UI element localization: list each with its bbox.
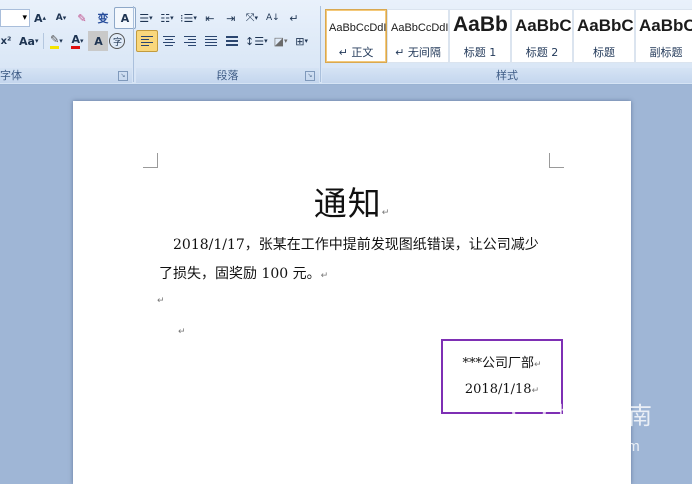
sogou-logo-icon <box>512 394 546 428</box>
body-line-1[interactable]: 2018/1/17，张某在工作中提前发现图纸错误，让公司减少 <box>173 234 539 254</box>
style-title[interactable]: AaBbC 标题 <box>573 9 635 63</box>
clear-format-icon[interactable]: ✎ <box>72 8 92 28</box>
style-name: ↵ 无间隔 <box>395 46 441 59</box>
style-sample: AaBbC <box>577 16 634 35</box>
chinese-layout-icon[interactable]: ⤧ ▾ <box>242 8 262 28</box>
empty-paragraph-mark-icon: ↵ <box>178 327 186 337</box>
style-name: ↵ 正文 <box>338 46 374 59</box>
font-row-2: x² Aa ▾ ✎ ▾ A ▾ A 字 <box>0 30 126 52</box>
style-name: 标题 1 <box>463 46 497 59</box>
superscript-button[interactable]: x² <box>0 31 16 51</box>
style-heading-2[interactable]: AaBbC 标题 2 <box>511 9 573 63</box>
signature-highlight-box: ***公司厂部↵ 2018/1/18↵ <box>441 339 563 414</box>
justify-icon[interactable] <box>201 31 221 51</box>
empty-paragraph-mark-icon: ↵ <box>157 296 165 306</box>
character-shading-button[interactable]: A <box>88 31 109 51</box>
numbering-icon[interactable]: ☷ ▾ <box>157 8 177 28</box>
signature-date[interactable]: 2018/1/18↵ <box>443 382 561 397</box>
paragraph-dialog-launcher-icon[interactable]: ↘ <box>305 71 315 81</box>
watermark-text-cn: 搜狗指南 <box>556 402 652 430</box>
style-no-spacing[interactable]: AaBbCcDdI ↵ 无间隔 <box>387 9 449 63</box>
grow-font-button[interactable]: A ▴ <box>30 8 50 28</box>
highlighter-icon: ✎ <box>50 33 60 49</box>
font-size-dropdown[interactable]: ▾ <box>0 9 30 27</box>
style-sample: AaBbC <box>639 16 692 35</box>
paragraph-mark-icon: ↵ <box>381 208 391 218</box>
paragraph-group: ☰ ▾ ☷ ▾ ⁝☰ ▾ ⇤ ⇥ ⤧ ▾ A↓ ↵ ↕☰ ▾ ◪ ▾ ⊞ ▾ 段落 ↘ <box>136 4 319 84</box>
paragraph-mark-icon: ↵ <box>320 271 329 281</box>
align-right-icon[interactable] <box>180 31 200 51</box>
style-normal[interactable]: AaBbCcDdI ↵ 正文 <box>325 9 387 63</box>
distributed-icon[interactable] <box>222 31 242 51</box>
style-sample: AaBbCcDdI <box>329 22 387 34</box>
style-sample: AaBb <box>453 13 508 36</box>
shrink-font-button[interactable]: A ▾ <box>51 8 71 28</box>
document-title[interactable]: 通知↵ <box>73 177 631 225</box>
show-marks-icon[interactable]: ↵ <box>284 8 304 28</box>
style-name: 标题 <box>593 46 615 59</box>
paragraph-mark-icon: ↵ <box>533 360 542 370</box>
enclose-characters-button[interactable]: 字 <box>109 33 126 49</box>
paragraph-group-label: 段落 <box>136 68 319 83</box>
shading-icon[interactable]: ◪ ▾ <box>271 31 291 51</box>
style-heading-1[interactable]: AaBb 标题 1 <box>449 9 511 63</box>
font-row-1: ▾ A ▴ A ▾ ✎ 变 A <box>0 7 137 29</box>
sort-icon[interactable]: A↓ <box>263 8 283 28</box>
multilevel-list-icon[interactable]: ⁝☰ ▾ <box>178 8 199 28</box>
style-sample: AaBbCcDdI <box>391 22 449 34</box>
document-page[interactable]: 通知↵ 2018/1/17，张某在工作中提前发现图纸错误，让公司减少 了损失，固… <box>73 101 631 484</box>
paragraph-row-2: ↕☰ ▾ ◪ ▾ ⊞ ▾ <box>136 30 313 52</box>
styles-group-label: 样式 <box>322 68 692 83</box>
style-sample: AaBbC <box>515 16 572 35</box>
ribbon: ▾ A ▴ A ▾ ✎ 变 A x² Aa ▾ ✎ ▾ A ▾ A 字 字体 ↘ ☰ ▾ ☷… <box>0 0 692 85</box>
bullets-icon[interactable]: ☰ ▾ <box>136 8 156 28</box>
paragraph-row-1: ☰ ▾ ☷ ▾ ⁝☰ ▾ ⇤ ⇥ ⤧ ▾ A↓ ↵ <box>136 7 305 29</box>
align-left-icon[interactable] <box>136 30 158 52</box>
styles-group: AaBbCcDdI ↵ 正文 AaBbCcDdI ↵ 无间隔 AaBb 标题 1… <box>322 4 692 84</box>
highlight-color-button[interactable]: ✎ ▾ <box>46 31 66 51</box>
phonetic-guide-button[interactable]: 变 <box>93 8 113 28</box>
increase-indent-icon[interactable]: ⇥ <box>221 8 241 28</box>
signature-company[interactable]: ***公司厂部↵ <box>443 352 561 371</box>
borders-icon[interactable]: ⊞ ▾ <box>292 31 312 51</box>
line-spacing-icon[interactable]: ↕☰ ▾ <box>243 31 270 51</box>
align-center-icon[interactable] <box>159 31 179 51</box>
watermark-text-en: zhinan.sogou.com <box>518 438 640 455</box>
body-line-2[interactable]: 了损失，固奖励 100 元。↵ <box>159 263 328 283</box>
change-case-button[interactable]: Aa ▾ <box>17 31 40 51</box>
style-name: 标题 2 <box>525 46 559 59</box>
crop-mark-top-right <box>549 153 564 168</box>
crop-mark-top-left <box>143 153 158 168</box>
font-dialog-launcher-icon[interactable]: ↘ <box>118 71 128 81</box>
decrease-indent-icon[interactable]: ⇤ <box>200 8 220 28</box>
font-group: ▾ A ▴ A ▾ ✎ 变 A x² Aa ▾ ✎ ▾ A ▾ A 字 字体 ↘ <box>0 4 136 84</box>
style-subtitle[interactable]: AaBbC 副标题 <box>635 9 692 63</box>
style-name: 副标题 <box>649 46 683 59</box>
font-color-button[interactable]: A ▾ <box>67 31 87 51</box>
font-group-label: 字体 <box>0 68 132 83</box>
